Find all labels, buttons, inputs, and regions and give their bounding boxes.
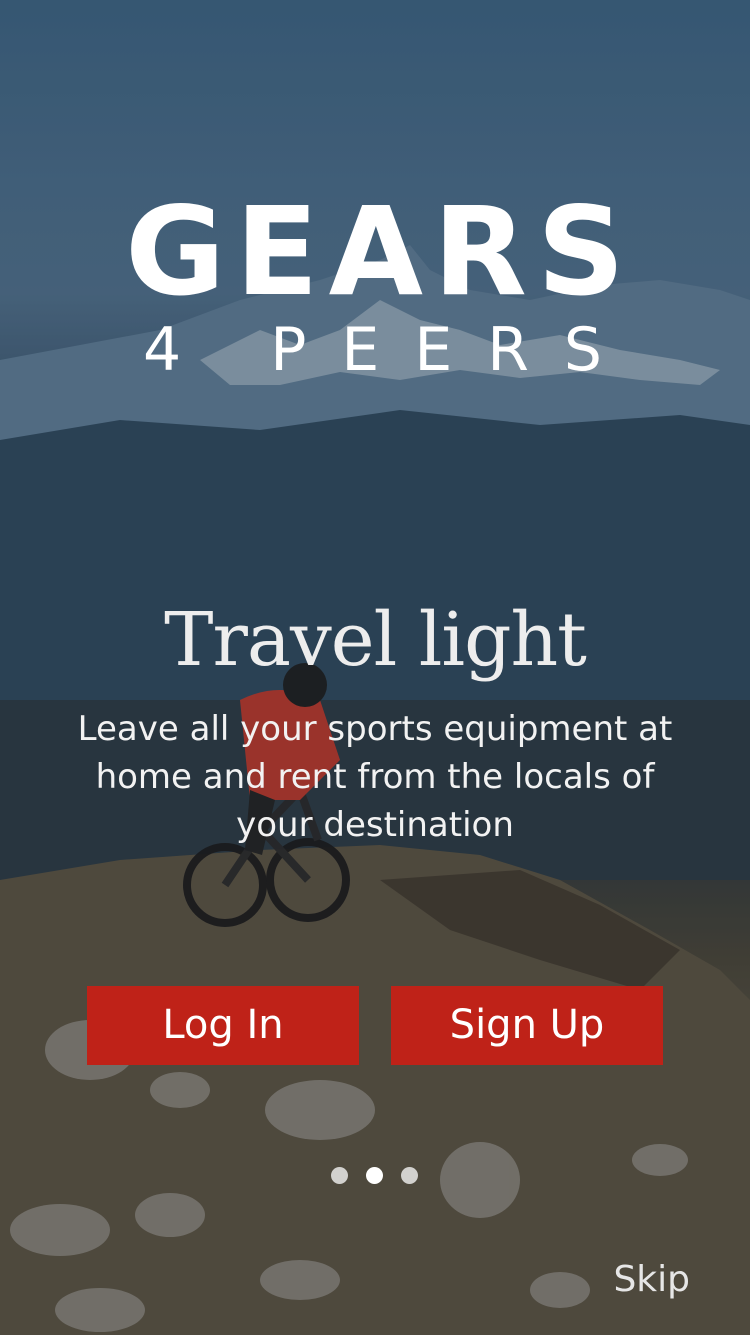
slide-headline: Travel light: [164, 597, 587, 683]
skip-link[interactable]: Skip: [613, 1258, 690, 1302]
logo-wordmark: GEARS: [125, 181, 635, 323]
login-button[interactable]: Log In: [87, 986, 359, 1065]
page-dot-active[interactable]: [366, 1167, 383, 1184]
signup-button[interactable]: Sign Up: [391, 986, 663, 1065]
page-dot[interactable]: [401, 1167, 418, 1184]
page-indicator: [331, 1167, 418, 1184]
page-dot[interactable]: [331, 1167, 348, 1184]
onboarding-screen: GEARS 4 PEERS Travel light Leave all you…: [0, 0, 750, 1335]
slide-description: Leave all your sports equipment at home …: [77, 709, 673, 845]
logo-subline: 4 PEERS: [142, 315, 638, 385]
app-logo: GEARS 4 PEERS: [0, 181, 750, 386]
